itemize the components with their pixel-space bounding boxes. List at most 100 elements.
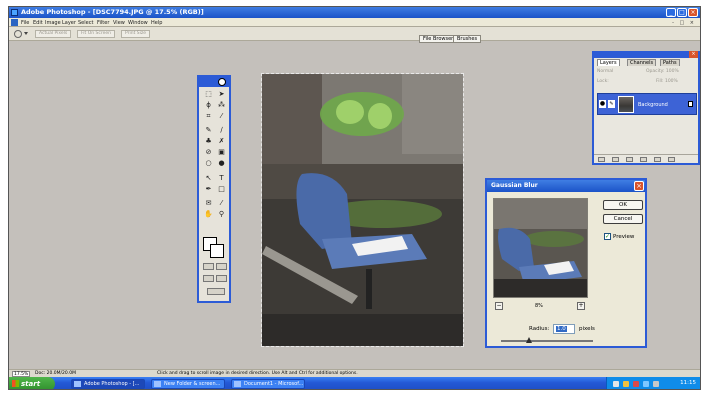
radius-slider-track[interactable] [501,340,593,342]
menu-select[interactable]: Select [78,20,93,26]
network-icon[interactable] [613,381,619,387]
new-layer-icon[interactable] [654,157,661,162]
blur-tool-icon[interactable]: ● [216,159,227,168]
jump-to-imageready-icon[interactable] [207,288,225,295]
document-icon[interactable] [11,19,18,26]
zoom-tool-icon[interactable]: ⚲ [216,210,227,219]
background-color-swatch[interactable] [210,244,224,258]
photo-image [262,74,463,346]
gaussian-blur-dialog: Gaussian Blur × − + 8% OK Cancel ✓ Previ… [485,178,647,348]
adjustment-layer-icon[interactable] [640,157,647,162]
tab-brushes[interactable]: Brushes [453,35,482,43]
layer-visibility-eye-icon[interactable]: ● [599,100,606,108]
standard-mode-icon[interactable] [203,263,214,270]
preview-zoom-level: 8% [535,303,543,309]
slice-tool-icon[interactable]: ⁄ [216,112,227,121]
photoshop-eye-icon[interactable] [218,78,226,86]
dialog-close-button[interactable]: × [634,181,644,191]
radius-slider-thumb[interactable] [525,337,532,343]
lasso-tool-icon[interactable]: ϕ [203,101,214,110]
trash-icon[interactable] [668,157,675,162]
preview-checkbox[interactable]: ✓ [604,233,611,240]
taskbar-item-folder[interactable]: New Folder & screen... [151,379,225,389]
magic-wand-tool-icon[interactable]: ⁂ [216,101,227,110]
ok-button[interactable]: OK [603,200,643,210]
security-icon[interactable] [623,381,629,387]
maximize-button[interactable]: □ [677,8,687,17]
dialog-title[interactable]: Gaussian Blur [487,180,645,192]
gradient-tool-icon[interactable]: ▣ [216,148,227,157]
menu-file[interactable]: File [21,20,29,26]
tab-file-browser[interactable]: File Browser [419,35,458,43]
clone-stamp-tool-icon[interactable]: ♣ [203,137,214,146]
print-size-button[interactable]: Print Size [121,30,151,38]
quick-mask-mode-icon[interactable] [216,263,227,270]
zoom-out-button[interactable]: − [495,302,503,310]
taskbar-item-label: New Folder & screen... [164,381,221,387]
menu-edit[interactable]: Edit [33,20,43,26]
crop-tool-icon[interactable]: ⌗ [203,112,214,121]
taskbar-item-word[interactable]: Document1 - Microsof... [231,379,305,389]
cancel-button[interactable]: Cancel [603,214,643,224]
layer-style-icon[interactable] [598,157,605,162]
new-set-icon[interactable] [626,157,633,162]
notes-tool-icon[interactable]: ✉ [203,199,214,208]
menu-image[interactable]: Image [45,20,61,26]
volume-icon[interactable] [643,381,649,387]
type-tool-icon[interactable]: T [216,174,227,183]
preview-label: Preview [613,234,635,240]
messenger-icon[interactable] [653,381,659,387]
fill-field[interactable]: Fill: 100% [656,79,678,85]
history-brush-tool-icon[interactable]: ✗ [216,137,227,146]
close-button[interactable]: × [688,8,698,17]
menu-window[interactable]: Window [128,20,148,26]
layer-row-background[interactable]: ● ✎ Background [597,93,697,115]
taskbar-item-photoshop[interactable]: Adobe Photoshop - [... [71,379,145,389]
document-window-controls[interactable]: - □ × [672,20,696,26]
window-title-bar[interactable]: Adobe Photoshop - [DSC7794.JPG @ 17.5% (… [9,7,700,18]
blend-mode-select[interactable]: Normal [597,69,613,75]
actual-pixels-button[interactable]: Actual Pixels [35,30,72,38]
zoom-tool-icon[interactable] [14,30,22,38]
pen-tool-icon[interactable]: ✒ [203,185,214,194]
fit-on-screen-button[interactable]: Fit On Screen [77,30,116,38]
radius-input[interactable]: 1.0 [553,324,575,334]
screen-mode-standard-icon[interactable] [203,275,214,282]
layer-mask-icon[interactable] [612,157,619,162]
healing-brush-tool-icon[interactable]: ✎ [203,126,214,135]
document-canvas[interactable] [261,73,464,347]
tool-preset-dropdown[interactable] [24,32,28,35]
layers-panel-header[interactable] [594,53,698,58]
menu-help[interactable]: Help [151,20,162,26]
shape-tool-icon[interactable]: □ [216,185,227,194]
layers-panel-close-button[interactable]: × [689,51,698,58]
blur-preview-window[interactable] [493,198,588,298]
hand-tool-icon[interactable]: ✋ [203,210,214,219]
marquee-tool-icon[interactable]: ⬚ [203,90,214,99]
minimize-button[interactable]: _ [666,8,676,17]
taskbar-item-label: Adobe Photoshop - [... [84,381,140,387]
path-selection-tool-icon[interactable]: ↖ [203,174,214,183]
zoom-in-button[interactable]: + [577,302,585,310]
eraser-tool-icon[interactable]: ⊘ [203,148,214,157]
brush-tool-icon[interactable]: ∕ [216,126,227,135]
status-bar: 17.5% Doc: 20.0M/20.0M Click and drag to… [9,369,700,377]
tab-paths[interactable]: Paths [660,59,680,66]
tab-layers[interactable]: Layers [597,59,620,66]
menu-filter[interactable]: Filter [97,20,109,26]
tab-channels[interactable]: Channels [627,59,657,66]
opacity-field[interactable]: Opacity: 100% [646,69,679,75]
toolbox-header[interactable] [199,77,229,87]
start-label: start [21,380,41,388]
move-tool-icon[interactable]: ➤ [216,90,227,99]
screen-mode-full-icon[interactable] [216,275,227,282]
menu-layer[interactable]: Layer [62,20,76,26]
menu-view[interactable]: View [113,20,125,26]
start-button[interactable]: start [9,377,55,389]
lock-label: Lock: [597,79,609,84]
antivirus-icon[interactable] [633,381,639,387]
system-tray: 11:15 [606,377,700,389]
dodge-tool-icon[interactable]: ○ [203,159,214,168]
layer-name: Background [638,102,668,108]
eyedropper-tool-icon[interactable]: ⁄ [216,199,227,208]
